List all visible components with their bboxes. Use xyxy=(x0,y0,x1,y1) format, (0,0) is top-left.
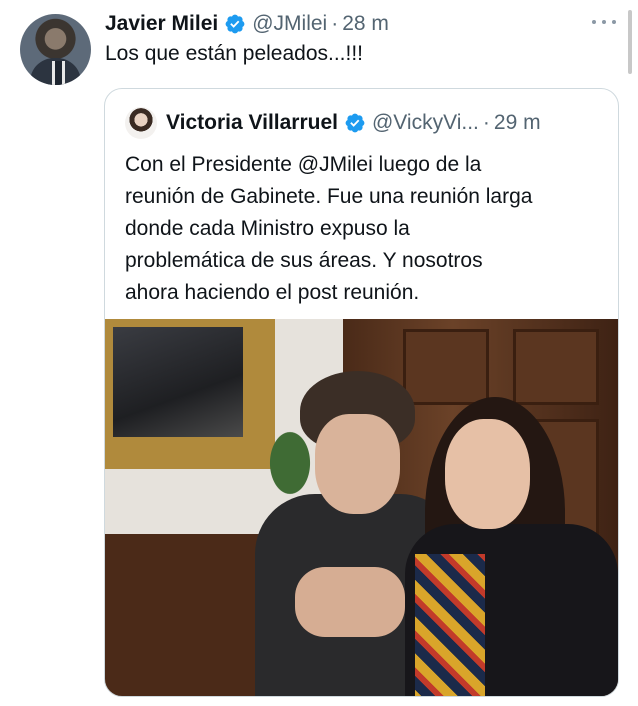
quoted-text-line: problemática de sus áreas. Y nosotros xyxy=(125,249,483,272)
photo-scarf xyxy=(415,554,485,696)
quoted-author-avatar[interactable] xyxy=(125,107,157,139)
quoted-text-line: donde cada Ministro expuso la xyxy=(125,217,410,240)
quoted-timestamp[interactable]: 29 m xyxy=(494,111,541,135)
quoted-tweet-text: Con el Presidente @JMilei luego de la re… xyxy=(125,149,605,309)
quoted-author-handle[interactable]: @VickyVi... xyxy=(372,111,479,135)
tweet-header: Javier Milei @JMilei · 28 m xyxy=(105,10,598,38)
photo-painting xyxy=(113,327,243,437)
verified-badge-icon xyxy=(224,13,246,35)
quoted-text-line: reunión de Gabinete. Fue una reunión lar… xyxy=(125,185,533,208)
separator: · xyxy=(482,111,490,134)
dot-icon xyxy=(612,20,616,24)
photo-person-right-face xyxy=(445,419,530,529)
more-icon[interactable] xyxy=(592,15,616,29)
quoted-text-line: ahora haciendo el post reunión. xyxy=(125,281,420,304)
quoted-tweet-header: Victoria Villarruel @VickyVi... · 29 m xyxy=(125,107,598,139)
author-avatar[interactable] xyxy=(20,14,91,85)
tweet-photo[interactable] xyxy=(105,319,618,696)
separator: · xyxy=(331,12,339,35)
author-handle[interactable]: @JMilei xyxy=(252,12,327,36)
timestamp[interactable]: 28 m xyxy=(342,12,389,36)
author-name[interactable]: Javier Milei xyxy=(105,12,218,36)
dot-icon xyxy=(602,20,606,24)
tweet-text: Los que están peleados...!!! xyxy=(105,42,364,65)
dot-icon xyxy=(592,20,596,24)
quoted-tweet[interactable]: Victoria Villarruel @VickyVi... · 29 m C… xyxy=(104,88,619,697)
photo-thumbs-up xyxy=(295,567,405,637)
avatar-tie xyxy=(52,61,65,85)
photo-person-left-face xyxy=(315,414,400,514)
door-panel xyxy=(513,329,599,405)
photo-painting-frame xyxy=(105,319,275,469)
scrollbar[interactable] xyxy=(628,10,632,74)
quoted-text-line: Con el Presidente @JMilei luego de la xyxy=(125,153,482,176)
tweet[interactable]: Javier Milei @JMilei · 28 m Los que está… xyxy=(0,0,638,706)
verified-badge-icon xyxy=(344,112,366,134)
door-panel xyxy=(403,329,489,405)
quoted-author-name[interactable]: Victoria Villarruel xyxy=(166,111,338,135)
